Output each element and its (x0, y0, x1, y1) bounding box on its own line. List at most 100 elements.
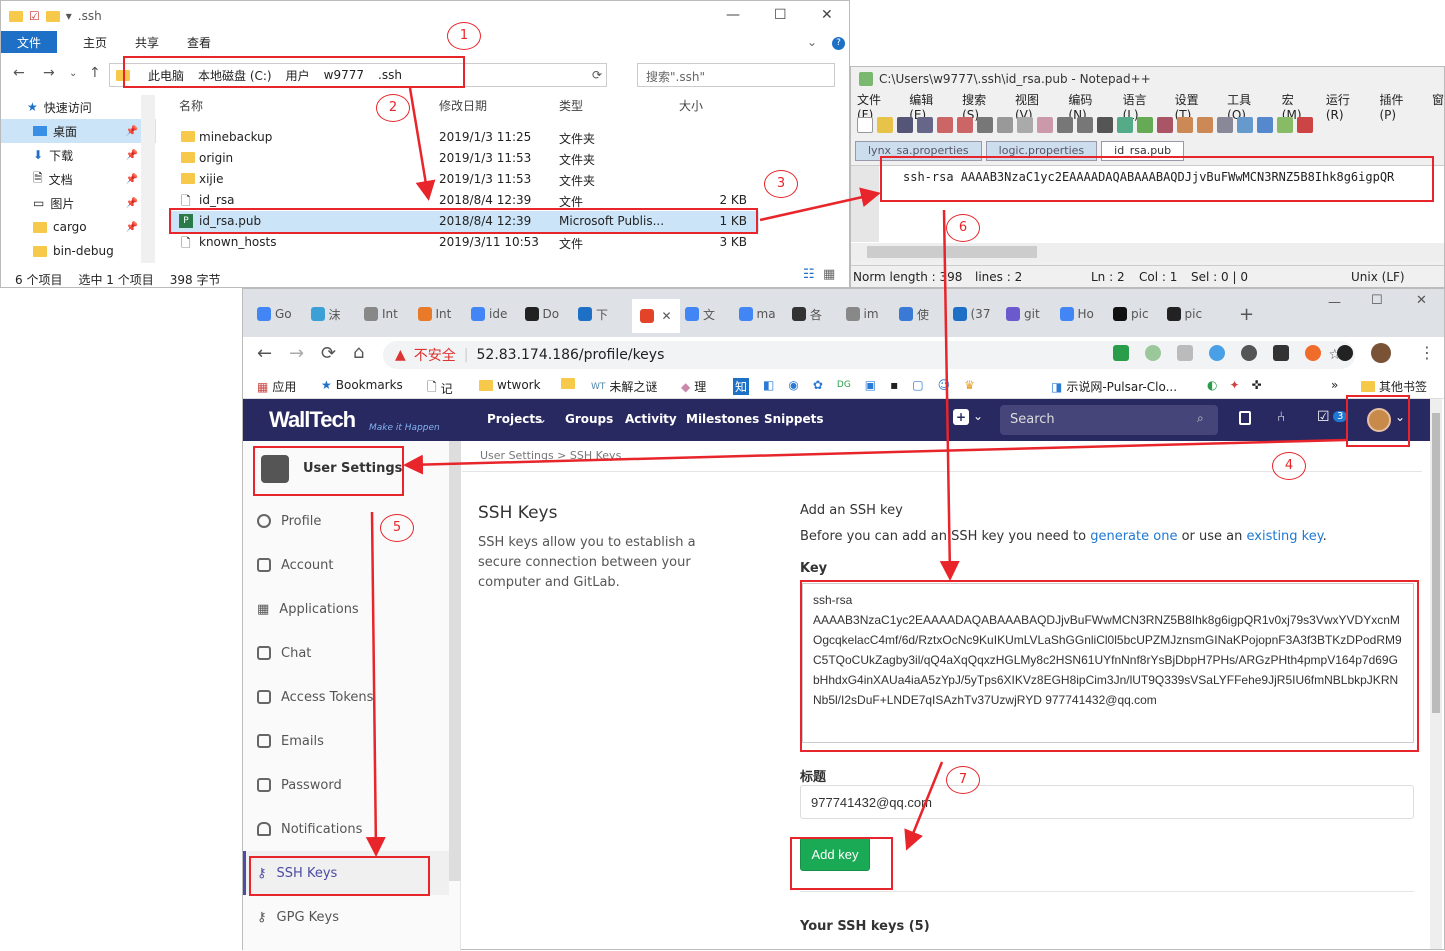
bookmark-zhihu[interactable]: 知 (733, 378, 750, 395)
browser-tab[interactable]: im (845, 303, 879, 325)
nav-milestones[interactable]: Milestones (686, 412, 759, 426)
browser-tab[interactable]: 下 (578, 303, 608, 325)
browser-tab[interactable]: Go (257, 303, 292, 325)
extension-icon[interactable] (1241, 345, 1257, 361)
nav-snippets[interactable]: Snippets (764, 412, 824, 426)
forward-icon[interactable]: → (289, 343, 304, 364)
back-icon[interactable]: ← (13, 65, 25, 81)
bookmark-icons[interactable]: ◐ ✦ ✜ (1207, 378, 1262, 392)
generate-link[interactable]: generate one (1090, 529, 1177, 544)
gitlab-search[interactable]: Search (1000, 405, 1218, 435)
browser-tab[interactable]: Int (417, 303, 451, 325)
browser-tab[interactable]: ✕ (631, 299, 680, 333)
bookmark-mystery[interactable]: WT 未解之谜 (591, 378, 657, 395)
sidebar-item-emails[interactable]: Emails (257, 729, 324, 753)
sidebar-item-account[interactable]: Account (257, 553, 334, 577)
sidebar-item-applications[interactable]: ▦ Applications (257, 597, 359, 621)
file-row[interactable]: origin 2019/1/3 11:53 文件夹 (171, 148, 759, 169)
minimize-icon[interactable]: — (726, 7, 740, 23)
menu-tools[interactable]: 工具(O) (1227, 91, 1268, 122)
bookmark-wtwork[interactable]: wtwork (479, 378, 541, 392)
browser-tab[interactable]: 文 (685, 303, 715, 325)
nav-documents[interactable]: 🗎 文档 📌 (1, 167, 156, 191)
bookmark-li[interactable]: ◆ 理 (681, 378, 706, 395)
col-size[interactable]: 大小 (679, 97, 703, 114)
bookmark-folder[interactable] (561, 378, 575, 389)
bookmark-apps[interactable]: ▦ 应用 (257, 378, 296, 395)
sidebar-item-gpg-keys[interactable]: ⚷ GPG Keys (257, 905, 339, 929)
nav-bin-debug[interactable]: bin-debug (1, 239, 156, 263)
minimize-icon[interactable]: — (1328, 295, 1341, 310)
open-file-icon[interactable] (877, 117, 893, 133)
nav-scrollbar[interactable] (141, 95, 155, 263)
close-all-icon[interactable] (957, 117, 973, 133)
copy-icon[interactable] (1017, 117, 1033, 133)
record-icon[interactable] (1297, 117, 1313, 133)
chevron-down-icon[interactable]: ⌄ (973, 409, 983, 423)
print-icon[interactable] (977, 117, 993, 133)
merge-request-icon[interactable]: ⑃ (1277, 409, 1285, 425)
nav-pictures[interactable]: ▭ 图片 📌 (1, 191, 156, 215)
new-tab-icon[interactable]: + (1239, 303, 1254, 325)
explorer-search[interactable]: 搜索".ssh" (637, 63, 835, 87)
browser-tab[interactable]: ide (471, 303, 507, 325)
save-all-icon[interactable] (917, 117, 933, 133)
menu-icon[interactable]: ⋮ (1419, 343, 1435, 362)
sidebar-item-notifications[interactable]: Notifications (257, 817, 362, 841)
browser-tab[interactable]: pic (1113, 303, 1149, 325)
extension-icon[interactable] (1209, 345, 1225, 361)
save-icon[interactable] (897, 117, 913, 133)
browser-tab[interactable]: 使 (899, 303, 929, 325)
reload-icon[interactable]: ⟳ (321, 343, 336, 364)
undo-icon[interactable] (1057, 117, 1073, 133)
show-all-icon[interactable] (1237, 117, 1253, 133)
bookmark-overflow[interactable]: » (1331, 378, 1338, 392)
issues-icon[interactable] (1239, 411, 1251, 425)
close-file-icon[interactable] (937, 117, 953, 133)
file-row[interactable]: 🗋 known_hosts 2019/3/11 10:53 文件 3 KB (171, 232, 759, 253)
replace-icon[interactable] (1117, 117, 1133, 133)
extension-icon[interactable] (1337, 345, 1353, 361)
nav-activity[interactable]: Activity (625, 412, 677, 426)
recent-icon[interactable]: ⌄ (69, 68, 77, 79)
menu-run[interactable]: 运行(R) (1326, 91, 1366, 122)
redo-icon[interactable] (1077, 117, 1093, 133)
zoom-in-icon[interactable] (1137, 117, 1153, 133)
maximize-icon[interactable]: ☐ (1371, 293, 1383, 308)
find-icon[interactable] (1097, 117, 1113, 133)
menu-file[interactable]: 文件(F) (857, 91, 895, 122)
up-icon[interactable]: ↑ (89, 65, 101, 81)
scrollbar-thumb[interactable] (867, 246, 1037, 258)
nav-projects[interactable]: Projects (487, 412, 542, 426)
extension-icon[interactable] (1145, 345, 1161, 361)
paste-icon[interactable] (1037, 117, 1053, 133)
bookmark-bookmarks[interactable]: ★ Bookmarks (321, 378, 403, 392)
ribbon-tab-view[interactable]: 查看 (173, 31, 225, 53)
extension-icon[interactable] (1305, 345, 1321, 361)
sidebar-scrollbar[interactable] (449, 441, 461, 881)
sidebar-item-chat[interactable]: Chat (257, 641, 311, 665)
customize-icon[interactable]: ▾ (66, 9, 72, 23)
browser-tab[interactable]: git (1006, 303, 1040, 325)
sidebar-item-access-tokens[interactable]: Access Tokens (257, 685, 373, 709)
profile-avatar[interactable] (1371, 343, 1391, 363)
properties-icon[interactable]: ☑ (29, 9, 40, 23)
col-name[interactable]: 名称 (179, 97, 203, 114)
file-row[interactable]: minebackup 2019/1/3 11:25 文件夹 (171, 127, 759, 148)
nav-desktop[interactable]: 桌面 📌 (1, 119, 156, 143)
large-icons-view-icon[interactable]: ▦ (823, 267, 835, 282)
refresh-icon[interactable]: ⟳ (592, 68, 602, 82)
file-row[interactable]: xijie 2019/1/3 11:53 文件夹 (171, 169, 759, 190)
help-icon[interactable]: ? (832, 37, 845, 50)
menu-macro[interactable]: 宏(M) (1282, 91, 1312, 122)
browser-tab[interactable]: ma (738, 303, 776, 325)
map-icon[interactable] (1277, 117, 1293, 133)
nav-groups[interactable]: Groups (565, 412, 613, 426)
nav-quick-access[interactable]: ★ 快速访问 (1, 95, 156, 119)
plus-icon[interactable]: + (953, 409, 969, 425)
existing-key-link[interactable]: existing key (1247, 529, 1323, 544)
horizontal-scrollbar[interactable] (851, 243, 1444, 261)
bookmark-notes[interactable]: 🗋 记 (427, 378, 453, 399)
forward-icon[interactable]: → (43, 65, 55, 81)
menu-language[interactable]: 语言(L) (1123, 91, 1161, 122)
